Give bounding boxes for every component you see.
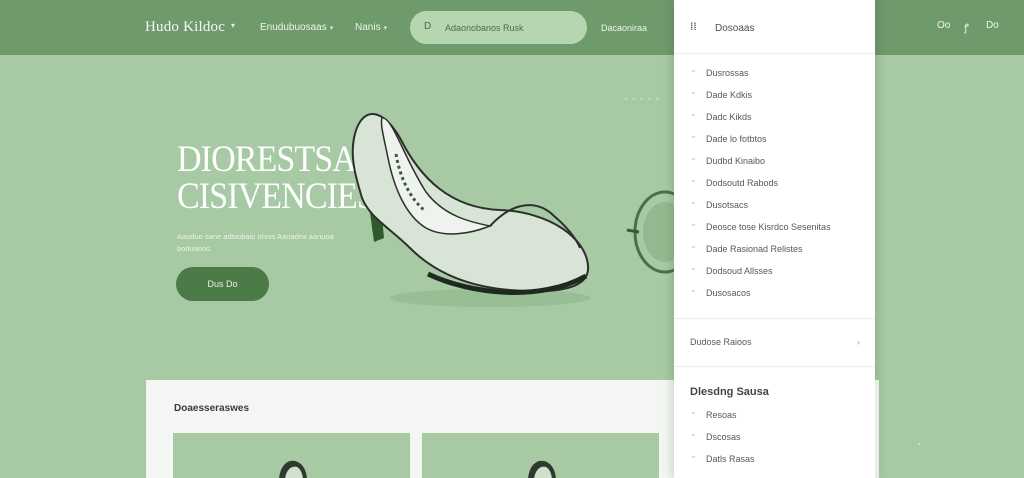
menu-item-label: Dade Kdkis <box>706 90 753 100</box>
product-card[interactable] <box>422 433 659 478</box>
bullet-icon: ▫ <box>692 288 695 295</box>
nav-item-label: Enudubuosaas <box>260 22 327 33</box>
menu-title: Dosoaas <box>715 23 755 34</box>
menu-item-label: Dusosacos <box>706 288 751 298</box>
menu-group-list: ▫ Resoas ▫ Dscosas ▫ Datls Rasas <box>674 405 875 471</box>
top-link[interactable]: Dacaoniraa <box>601 23 647 33</box>
menu-item-label: Dudbd Kinaibo <box>706 156 766 166</box>
cart-icon[interactable]: Do <box>986 20 999 31</box>
menu-item[interactable]: ▫ Dodsoud Allsses <box>674 261 875 283</box>
menu-item-label: Dscosas <box>706 432 741 442</box>
menu-item[interactable]: ▫ Dudbd Kinaibo <box>674 151 875 173</box>
products-section-title: Doaesseraswes <box>174 403 250 414</box>
bullet-icon: ▫ <box>692 222 695 229</box>
menu-item[interactable]: ▫ Dscosas <box>674 427 875 449</box>
chevron-down-icon[interactable]: ▾ <box>231 21 235 30</box>
bullet-icon: ▫ <box>692 178 695 185</box>
menu-divider <box>674 318 875 319</box>
bullet-icon: ▫ <box>692 112 695 119</box>
hero-shoe-image <box>351 113 590 307</box>
bullet-icon: ▫ <box>692 68 695 75</box>
heart-icon[interactable]: ꝭ <box>964 20 969 34</box>
nav-item-categories[interactable]: Enudubuosaas ▾ <box>260 22 333 33</box>
nav-item-menu[interactable]: Nanis ▾ <box>355 22 387 33</box>
menu-item[interactable]: ▫ Dusrossas <box>674 63 875 85</box>
menu-item[interactable]: ▫ Datls Rasas <box>674 449 875 471</box>
bullet-icon: ▫ <box>692 244 695 251</box>
menu-item-label: Resoas <box>706 410 737 420</box>
brand-logo[interactable]: Hudo Kildoc <box>145 19 225 36</box>
menu-item-label: Dodsoutd Rabods <box>706 178 779 188</box>
bullet-icon: ▫ <box>692 266 695 273</box>
user-icon[interactable]: Oo <box>937 20 950 31</box>
menu-item[interactable]: ▫ Resoas <box>674 405 875 427</box>
menu-scrollbar[interactable] <box>875 380 879 478</box>
menu-item[interactable]: ▫ Dadc Kikds <box>674 107 875 129</box>
bullet-icon: ▫ <box>692 200 695 207</box>
chevron-down-icon: ▾ <box>329 25 334 32</box>
category-dropdown-menu: ⁞⁞ Dosoaas ▫ Dusrossas ▫ Dade Kdkis ▫ Dadc … <box>674 0 875 478</box>
menu-item-label: Dade lo fotbtos <box>706 134 767 144</box>
menu-header: ⁞⁞ Dosoaas <box>674 0 875 54</box>
product-image <box>279 460 307 478</box>
menu-item-label: Deosce tose Kisrdco Sesenitas <box>706 222 831 232</box>
menu-item-label: Dadc Kikds <box>706 112 752 122</box>
menu-item-label: Dusrossas <box>706 68 749 78</box>
sunglasses-image <box>626 190 675 274</box>
menu-group-title: Dlesdng Sausa <box>690 386 769 398</box>
search-input[interactable]: Adaonobanos Rusk <box>445 23 524 33</box>
menu-list: ▫ Dusrossas ▫ Dade Kdkis ▫ Dadc Kikds ▫ Dade… <box>674 63 875 305</box>
bullet-icon: ▫ <box>692 90 695 97</box>
nav-item-label: Nanis <box>355 22 381 33</box>
hero-subtitle: Aaoduo sane adsiobaio onnis Aanadrw aanu… <box>177 232 334 253</box>
search-icon: D <box>424 21 432 32</box>
menu-item[interactable]: ▫ Dade Rasionad Relistes <box>674 239 875 261</box>
bullet-icon: ▫ <box>692 454 695 461</box>
menu-item[interactable]: ▫ Dade Kdkis <box>674 85 875 107</box>
menu-item[interactable]: ▫ Dusotsacs <box>674 195 875 217</box>
slider-dots[interactable]: • • • • • <box>625 97 660 103</box>
menu-section-toggle[interactable]: Dudose Raioos <box>690 337 752 347</box>
products-section: Doaesseraswes <box>146 380 676 478</box>
bullet-icon: ▫ <box>692 134 695 141</box>
bullet-icon: ▫ <box>692 156 695 163</box>
grid-icon: ⁞⁞ <box>690 22 697 33</box>
menu-item-label: Datls Rasas <box>706 454 755 464</box>
chevron-down-icon: ▾ <box>383 25 388 32</box>
menu-item[interactable]: ▫ Deosce tose Kisrdco Sesenitas <box>674 217 875 239</box>
shop-now-button[interactable]: Dus Do <box>176 267 269 301</box>
menu-item-label: Dade Rasionad Relistes <box>706 244 803 254</box>
scroll-indicator-icon: ▪ <box>918 441 921 448</box>
menu-item[interactable]: ▫ Dade lo fotbtos <box>674 129 875 151</box>
chevron-right-icon[interactable]: › <box>857 337 860 347</box>
menu-item[interactable]: ▫ Dusosacos <box>674 283 875 305</box>
bullet-icon: ▫ <box>692 410 695 417</box>
menu-item[interactable]: ▫ Dodsoutd Rabods <box>674 173 875 195</box>
menu-divider <box>674 366 875 367</box>
bullet-icon: ▫ <box>692 432 695 439</box>
menu-item-label: Dusotsacs <box>706 200 749 210</box>
search-bar[interactable]: D Adaonobanos Rusk <box>410 11 587 44</box>
product-card[interactable] <box>173 433 410 478</box>
product-image <box>528 460 556 478</box>
menu-item-label: Dodsoud Allsses <box>706 266 773 276</box>
